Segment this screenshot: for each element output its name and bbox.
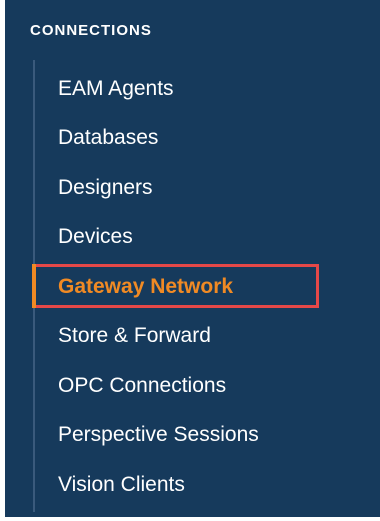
sidebar-item-label: Perspective Sessions bbox=[58, 423, 259, 447]
sidebar-item-devices[interactable]: Devices bbox=[5, 213, 380, 263]
sidebar-item-perspective-sessions[interactable]: Perspective Sessions bbox=[5, 411, 380, 461]
highlight-annotation-box bbox=[32, 264, 319, 308]
sidebar-item-store-and-forward[interactable]: Store & Forward bbox=[5, 312, 380, 362]
sidebar-item-databases[interactable]: Databases bbox=[5, 114, 380, 164]
active-item-accent bbox=[32, 264, 36, 308]
connections-nav-list: EAM Agents Databases Designers Devices G… bbox=[5, 64, 380, 510]
sidebar-item-label: Databases bbox=[58, 126, 159, 150]
sidebar-item-eam-agents[interactable]: EAM Agents bbox=[5, 64, 380, 114]
sidebar-item-label: OPC Connections bbox=[58, 373, 227, 397]
section-header-connections: CONNECTIONS bbox=[30, 22, 152, 39]
sidebar-item-label: Devices bbox=[58, 225, 133, 249]
sidebar-item-label: Store & Forward bbox=[58, 324, 211, 348]
sidebar-item-opc-connections[interactable]: OPC Connections bbox=[5, 361, 380, 411]
sidebar-item-gateway-network[interactable]: Gateway Network bbox=[5, 262, 380, 312]
sidebar-item-vision-clients[interactable]: Vision Clients bbox=[5, 460, 380, 510]
connections-sidebar: CONNECTIONS EAM Agents Databases Designe… bbox=[5, 0, 380, 517]
sidebar-item-label: Designers bbox=[58, 175, 153, 199]
sidebar-item-label: Vision Clients bbox=[58, 472, 185, 496]
sidebar-item-designers[interactable]: Designers bbox=[5, 163, 380, 213]
sidebar-item-label: EAM Agents bbox=[58, 76, 174, 100]
